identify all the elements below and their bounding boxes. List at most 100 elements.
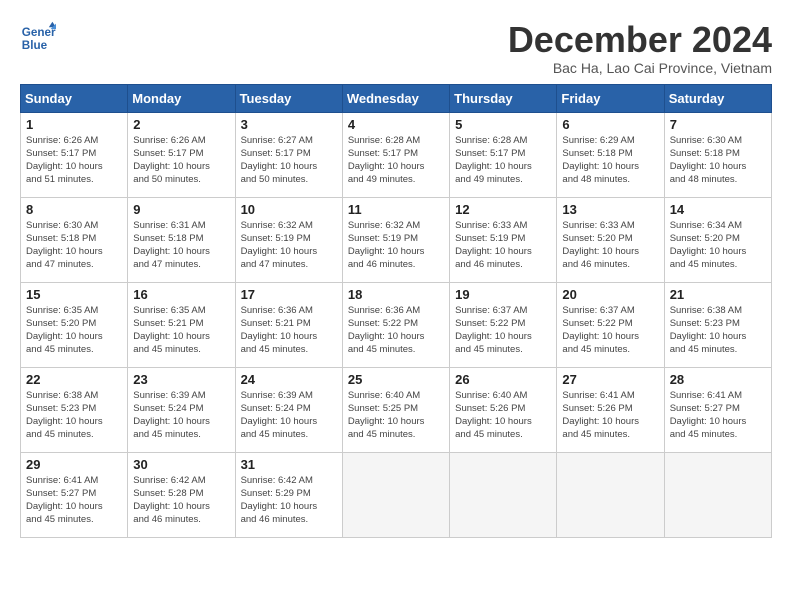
day-cell-4: 4Sunrise: 6:28 AM Sunset: 5:17 PM Daylig… [342,112,449,197]
calendar-table: SundayMondayTuesdayWednesdayThursdayFrid… [20,84,772,538]
day-info: Sunrise: 6:39 AM Sunset: 5:24 PM Dayligh… [133,389,229,442]
day-number: 11 [348,202,444,217]
month-title: December 2024 [508,20,772,60]
day-info: Sunrise: 6:40 AM Sunset: 5:25 PM Dayligh… [348,389,444,442]
day-info: Sunrise: 6:37 AM Sunset: 5:22 PM Dayligh… [562,304,658,357]
day-cell-17: 17Sunrise: 6:36 AM Sunset: 5:21 PM Dayli… [235,282,342,367]
day-cell-10: 10Sunrise: 6:32 AM Sunset: 5:19 PM Dayli… [235,197,342,282]
day-cell-21: 21 Sunrise: 6:38 AM Sunset: 5:23 PM Dayli… [664,282,771,367]
day-info: Sunrise: 6:28 AM Sunset: 5:17 PM Dayligh… [455,134,551,187]
day-cell-20: 20 Sunrise: 6:37 AM Sunset: 5:22 PM Dayli… [557,282,664,367]
day-number: 13 [562,202,658,217]
day-cell-5: 5 Sunrise: 6:28 AM Sunset: 5:17 PM Daylig… [450,112,557,197]
day-info: Sunrise: 6:33 AM Sunset: 5:19 PM Dayligh… [455,219,551,272]
weekday-header-monday: Monday [128,84,235,112]
empty-cell [450,452,557,537]
day-info: Sunrise: 6:38 AM Sunset: 5:23 PM Dayligh… [670,304,766,357]
day-info: Sunrise: 6:34 AM Sunset: 5:20 PM Dayligh… [670,219,766,272]
day-cell-15: 15Sunrise: 6:35 AM Sunset: 5:20 PM Dayli… [21,282,128,367]
day-cell-6: 6 Sunrise: 6:29 AM Sunset: 5:18 PM Daylig… [557,112,664,197]
day-number: 1 [26,117,122,132]
day-cell-13: 13 Sunrise: 6:33 AM Sunset: 5:20 PM Dayli… [557,197,664,282]
day-number: 19 [455,287,551,302]
week-row-1: 1 Sunrise: 6:26 AM Sunset: 5:17 PM Daylig… [21,112,772,197]
empty-cell [557,452,664,537]
svg-text:Blue: Blue [22,39,48,52]
weekday-header-row: SundayMondayTuesdayWednesdayThursdayFrid… [21,84,772,112]
day-cell-19: 19 Sunrise: 6:37 AM Sunset: 5:22 PM Dayli… [450,282,557,367]
day-number: 3 [241,117,337,132]
day-number: 7 [670,117,766,132]
location-subtitle: Bac Ha, Lao Cai Province, Vietnam [508,60,772,76]
day-number: 5 [455,117,551,132]
day-number: 14 [670,202,766,217]
week-row-2: 8 Sunrise: 6:30 AM Sunset: 5:18 PM Daylig… [21,197,772,282]
day-cell-1: 1 Sunrise: 6:26 AM Sunset: 5:17 PM Daylig… [21,112,128,197]
day-cell-2: 2 Sunrise: 6:26 AM Sunset: 5:17 PM Daylig… [128,112,235,197]
day-info: Sunrise: 6:30 AM Sunset: 5:18 PM Dayligh… [670,134,766,187]
day-cell-16: 16Sunrise: 6:35 AM Sunset: 5:21 PM Dayli… [128,282,235,367]
logo-icon: General Blue [20,20,56,56]
day-info: Sunrise: 6:41 AM Sunset: 5:27 PM Dayligh… [670,389,766,442]
day-info: Sunrise: 6:32 AM Sunset: 5:19 PM Dayligh… [348,219,444,272]
day-info: Sunrise: 6:38 AM Sunset: 5:23 PM Dayligh… [26,389,122,442]
day-number: 2 [133,117,229,132]
day-cell-30: 30 Sunrise: 6:42 AM Sunset: 5:28 PM Dayli… [128,452,235,537]
day-number: 18 [348,287,444,302]
day-number: 15 [26,287,122,302]
day-number: 29 [26,457,122,472]
day-cell-24: 24Sunrise: 6:39 AM Sunset: 5:24 PM Dayli… [235,367,342,452]
weekday-header-friday: Friday [557,84,664,112]
day-cell-11: 11 Sunrise: 6:32 AM Sunset: 5:19 PM Dayli… [342,197,449,282]
weekday-header-sunday: Sunday [21,84,128,112]
day-number: 28 [670,372,766,387]
empty-cell [664,452,771,537]
day-cell-3: 3 Sunrise: 6:27 AM Sunset: 5:17 PM Daylig… [235,112,342,197]
day-cell-7: 7 Sunrise: 6:30 AM Sunset: 5:18 PM Daylig… [664,112,771,197]
svg-text:General: General [22,26,56,39]
day-number: 17 [241,287,337,302]
day-info: Sunrise: 6:41 AM Sunset: 5:26 PM Dayligh… [562,389,658,442]
day-cell-25: 25 Sunrise: 6:40 AM Sunset: 5:25 PM Dayli… [342,367,449,452]
day-number: 8 [26,202,122,217]
day-info: Sunrise: 6:37 AM Sunset: 5:22 PM Dayligh… [455,304,551,357]
day-cell-28: 28 Sunrise: 6:41 AM Sunset: 5:27 PM Dayli… [664,367,771,452]
day-number: 4 [348,117,444,132]
day-info: Sunrise: 6:27 AM Sunset: 5:17 PM Dayligh… [241,134,337,187]
day-info: Sunrise: 6:39 AM Sunset: 5:24 PM Dayligh… [241,389,337,442]
day-cell-27: 27 Sunrise: 6:41 AM Sunset: 5:26 PM Dayli… [557,367,664,452]
day-number: 27 [562,372,658,387]
day-cell-26: 26Sunrise: 6:40 AM Sunset: 5:26 PM Dayli… [450,367,557,452]
day-number: 25 [348,372,444,387]
day-info: Sunrise: 6:35 AM Sunset: 5:21 PM Dayligh… [133,304,229,357]
day-number: 31 [241,457,337,472]
day-info: Sunrise: 6:26 AM Sunset: 5:17 PM Dayligh… [26,134,122,187]
day-info: Sunrise: 6:33 AM Sunset: 5:20 PM Dayligh… [562,219,658,272]
day-number: 9 [133,202,229,217]
day-cell-23: 23 Sunrise: 6:39 AM Sunset: 5:24 PM Dayli… [128,367,235,452]
logo: General Blue [20,20,56,56]
day-cell-31: 31Sunrise: 6:42 AM Sunset: 5:29 PM Dayli… [235,452,342,537]
weekday-header-tuesday: Tuesday [235,84,342,112]
day-info: Sunrise: 6:31 AM Sunset: 5:18 PM Dayligh… [133,219,229,272]
day-number: 30 [133,457,229,472]
title-block: December 2024 Bac Ha, Lao Cai Province, … [508,20,772,76]
day-number: 26 [455,372,551,387]
day-info: Sunrise: 6:42 AM Sunset: 5:28 PM Dayligh… [133,474,229,527]
day-number: 12 [455,202,551,217]
day-cell-18: 18 Sunrise: 6:36 AM Sunset: 5:22 PM Dayli… [342,282,449,367]
weekday-header-thursday: Thursday [450,84,557,112]
day-info: Sunrise: 6:36 AM Sunset: 5:22 PM Dayligh… [348,304,444,357]
day-info: Sunrise: 6:30 AM Sunset: 5:18 PM Dayligh… [26,219,122,272]
week-row-3: 15Sunrise: 6:35 AM Sunset: 5:20 PM Dayli… [21,282,772,367]
day-number: 20 [562,287,658,302]
day-number: 23 [133,372,229,387]
day-number: 6 [562,117,658,132]
empty-cell [342,452,449,537]
weekday-header-wednesday: Wednesday [342,84,449,112]
day-info: Sunrise: 6:29 AM Sunset: 5:18 PM Dayligh… [562,134,658,187]
day-info: Sunrise: 6:26 AM Sunset: 5:17 PM Dayligh… [133,134,229,187]
week-row-5: 29Sunrise: 6:41 AM Sunset: 5:27 PM Dayli… [21,452,772,537]
weekday-header-saturday: Saturday [664,84,771,112]
day-number: 21 [670,287,766,302]
